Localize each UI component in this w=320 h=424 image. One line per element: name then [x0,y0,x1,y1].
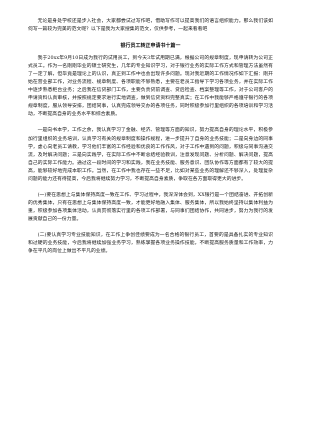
document-page: 无论是身处学校还是步入社会，大家都尝试过写作吧，借助写作可以提高我们的语言组织能… [28,18,273,408]
body-paragraph-1: 我于20xx年9月10日成为我行的试用员工，到今天3年试用期已满，根据公司的规章… [28,56,273,118]
body-paragraph-4: (二)要认真学习专业技能知识，在工作上争创佳绩要成为一名合格的银行员工，首要的是… [28,232,273,255]
body-paragraph-2: 一是向书本学，工作之余，我认真学习了金融、经济、管理等方面的知识，努力提高自身的… [28,128,273,182]
document-title: 银行员工转正申请书十篇一 [120,43,181,50]
body-paragraph-3: (一)要在思想上与集体保持高度一致在工作、学习过程中，我深深体会到，XX银行是一… [28,192,273,222]
intro-paragraph: 无论是身处学校还是步入社会，大家都尝试过写作吧，借助写作可以提高我们的语言组织能… [28,19,273,33]
